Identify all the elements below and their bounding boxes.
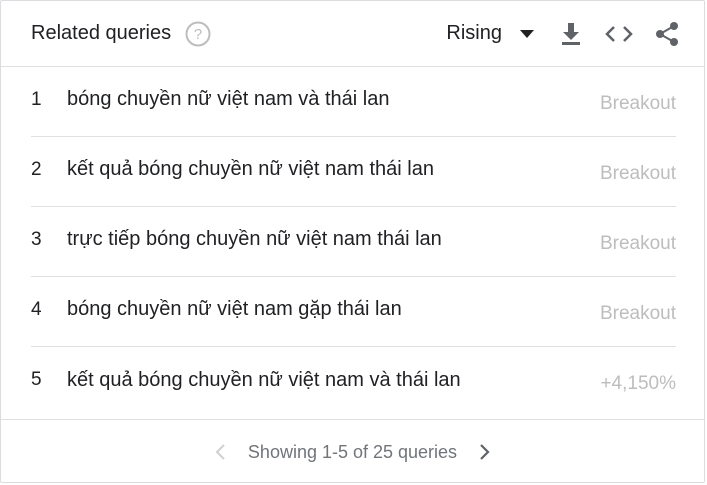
pagination: Showing 1-5 of 25 queries xyxy=(1,420,704,484)
item-rank: 2 xyxy=(31,158,42,180)
svg-text:?: ? xyxy=(194,26,202,43)
item-value: Breakout xyxy=(599,162,676,184)
item-query[interactable]: bóng chuyền nữ việt nam gặp thái lan xyxy=(67,298,600,321)
list-item[interactable]: 3 trực tiếp bóng chuyền nữ việt nam thái… xyxy=(31,207,676,277)
rising-top-dropdown[interactable]: Rising xyxy=(446,22,534,45)
list-item[interactable]: 2 kết quả bóng chuyền nữ việt nam thái l… xyxy=(31,137,676,207)
pagination-status: Showing 1-5 of 25 queries xyxy=(247,441,458,462)
item-query[interactable]: kết quả bóng chuyền nữ việt nam thái lan xyxy=(67,158,600,181)
related-queries-list: 1 bóng chuyền nữ việt nam và thái lan Br… xyxy=(1,67,704,417)
item-query[interactable]: trực tiếp bóng chuyền nữ việt nam thái l… xyxy=(67,228,600,251)
item-value: Breakout xyxy=(599,92,676,114)
caret-down-icon xyxy=(520,29,534,38)
item-query[interactable]: bóng chuyền nữ việt nam và thái lan xyxy=(67,88,600,111)
item-query[interactable]: kết quả bóng chuyền nữ việt nam và thái … xyxy=(67,369,600,392)
download-icon[interactable] xyxy=(556,19,586,49)
card-title: Related queries xyxy=(31,22,172,44)
item-rank: 5 xyxy=(31,369,42,390)
chevron-right-icon[interactable] xyxy=(475,442,495,462)
chevron-left-icon[interactable] xyxy=(210,442,230,462)
item-value: Breakout xyxy=(599,232,676,254)
list-item[interactable]: 4 bóng chuyền nữ việt nam gặp thái lan B… xyxy=(31,277,676,347)
list-item[interactable]: 5 kết quả bóng chuyền nữ việt nam và thá… xyxy=(31,347,676,417)
item-rank: 3 xyxy=(31,228,42,250)
item-value: +4,150% xyxy=(600,373,676,394)
item-rank: 4 xyxy=(31,298,42,320)
code-embed-icon[interactable] xyxy=(604,19,634,49)
related-queries-card: Related queries ? Rising 1 bóng chuyền n… xyxy=(0,0,705,483)
dropdown-selected-value: Rising xyxy=(446,22,502,44)
item-rank: 1 xyxy=(31,88,42,110)
help-icon[interactable]: ? xyxy=(185,21,211,47)
card-header: Related queries ? Rising xyxy=(1,1,704,67)
list-item[interactable]: 1 bóng chuyền nữ việt nam và thái lan Br… xyxy=(31,67,676,137)
item-value: Breakout xyxy=(599,302,676,324)
share-icon[interactable] xyxy=(652,19,682,49)
